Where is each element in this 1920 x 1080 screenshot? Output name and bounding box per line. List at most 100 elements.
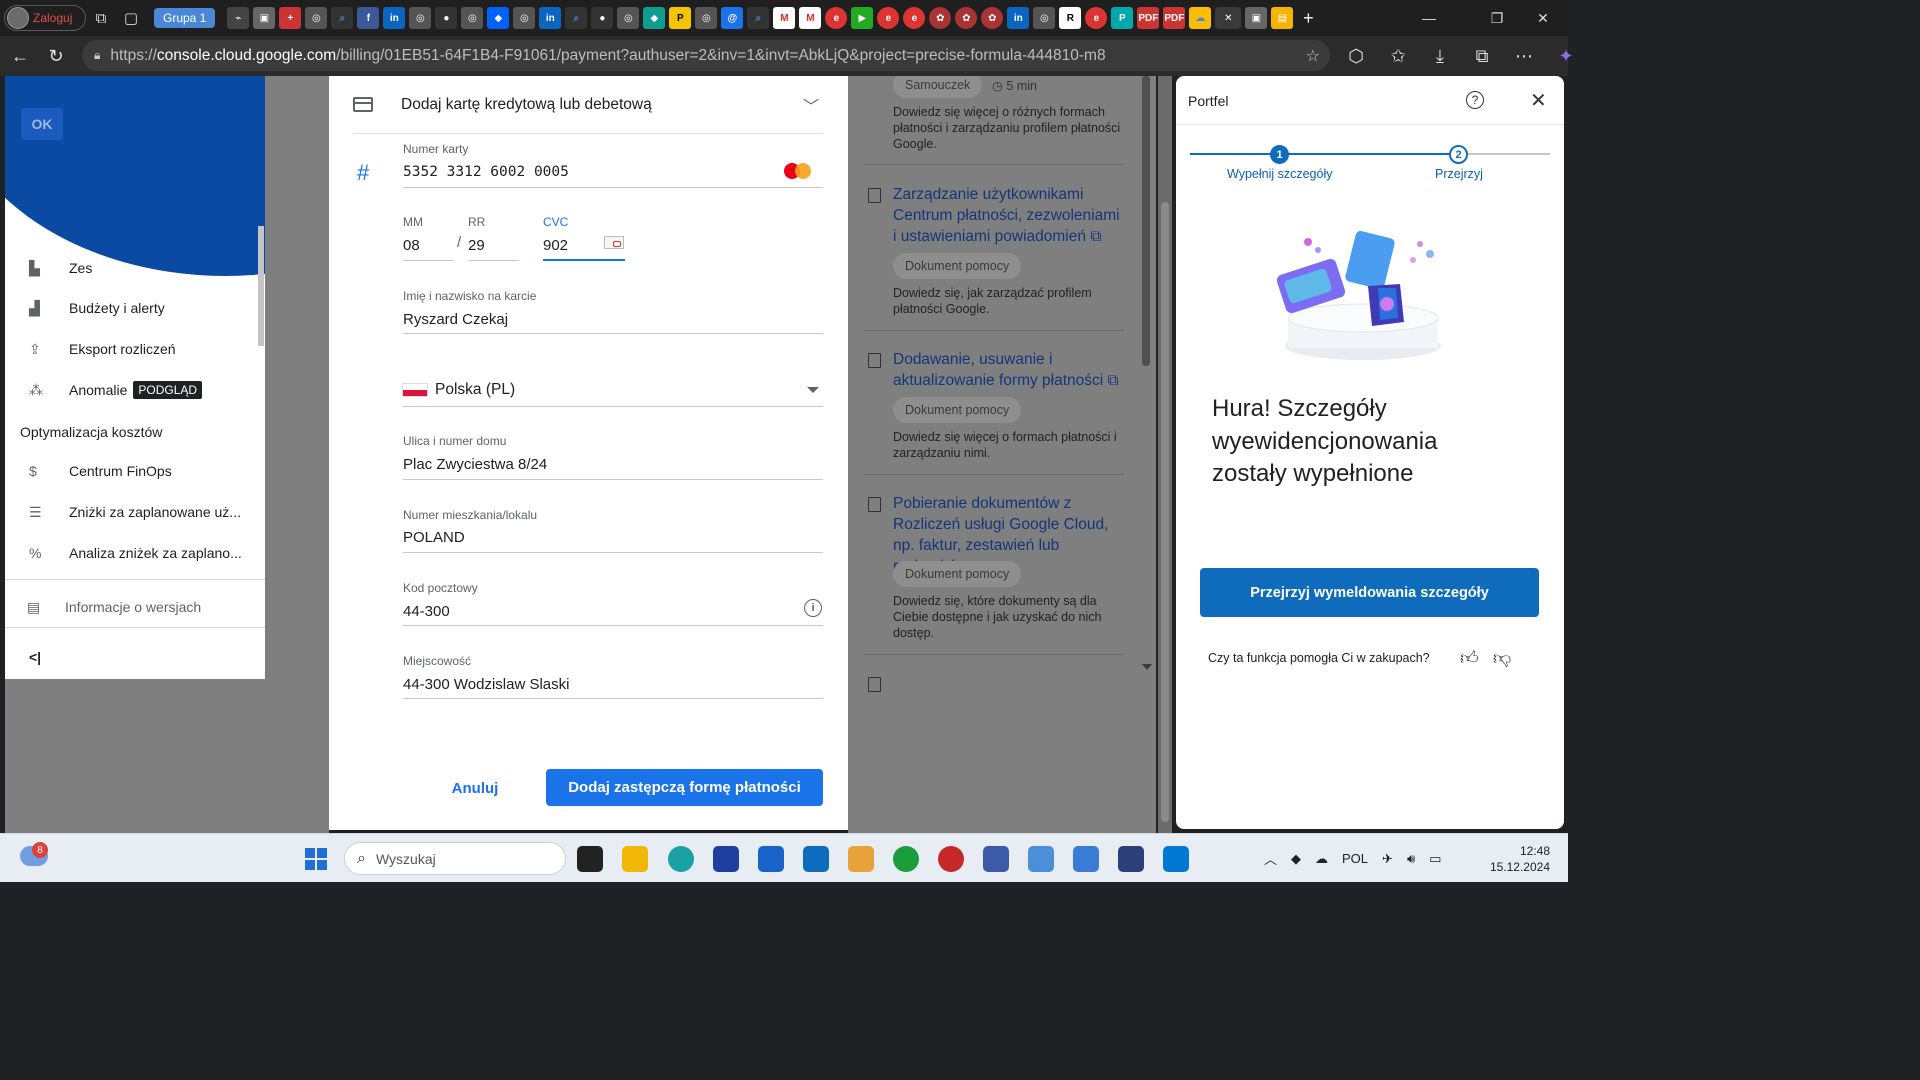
play-icon[interactable]: ▶ — [851, 7, 874, 29]
tab-favicon-icon[interactable]: ⌁ — [227, 7, 250, 29]
tab-favicon-icon[interactable]: ✿ — [929, 7, 952, 29]
tab-favicon-icon[interactable]: + — [279, 7, 302, 29]
chevron-down-icon[interactable]: ﹀ — [803, 93, 819, 117]
tab-favicon-icon[interactable]: ✿ — [981, 7, 1004, 29]
minimize-icon[interactable]: — — [1406, 0, 1452, 36]
close-icon[interactable]: ✕ — [1215, 7, 1242, 29]
globe-icon[interactable]: ◎ — [513, 7, 536, 29]
globe-icon[interactable]: ◎ — [695, 7, 718, 29]
volume-icon[interactable]: 🔊︎ — [1407, 851, 1415, 867]
sidebar-item-budgets[interactable]: ▟ Budżety i alerty — [5, 288, 265, 328]
tab-favicon-icon[interactable]: ✿ — [955, 7, 978, 29]
pdf-icon[interactable]: PDF — [1137, 7, 1160, 29]
help-scrollbar[interactable] — [1142, 76, 1150, 366]
scroll-down-icon[interactable] — [1142, 664, 1152, 670]
tab-favicon-icon[interactable]: e — [825, 7, 848, 29]
tab-favicon-icon[interactable]: P — [669, 7, 692, 29]
app-icon[interactable] — [1073, 846, 1099, 872]
cloud-icon[interactable]: ☁ — [1189, 7, 1212, 29]
search-tab-icon[interactable]: ⌕ — [565, 7, 588, 29]
dropbox-icon[interactable]: ◆ — [487, 7, 510, 29]
clock[interactable]: 12:48 15.12.2024 — [1488, 843, 1550, 875]
back-icon[interactable]: ← — [2, 40, 38, 72]
close-icon[interactable]: ✕ — [1530, 88, 1547, 113]
new-tab-icon[interactable]: + — [1297, 7, 1319, 29]
app-icon[interactable] — [1118, 846, 1144, 872]
network-icon[interactable]: ✈ — [1382, 851, 1393, 867]
tab-favicon-icon[interactable]: ◆ — [643, 7, 666, 29]
info-icon[interactable]: i — [804, 599, 822, 617]
cancel-button[interactable]: Anuluj — [433, 770, 517, 806]
search-tab-icon[interactable]: ⌕ — [331, 7, 354, 29]
tab-favicon-icon[interactable]: ▣ — [1245, 7, 1268, 29]
store-icon[interactable] — [758, 846, 784, 872]
tab-favicon-icon[interactable]: e — [1085, 7, 1108, 29]
apartment-field[interactable]: POLAND — [403, 529, 465, 546]
search-tab-icon[interactable]: ⌕ — [747, 7, 770, 29]
app-icon[interactable] — [848, 846, 874, 872]
help-link[interactable]: Zarządzanie użytkownikami Centrum płatno… — [893, 184, 1125, 247]
github-icon[interactable]: ● — [435, 7, 458, 29]
task-view-icon[interactable] — [577, 846, 603, 872]
github-icon[interactable]: ● — [591, 7, 614, 29]
tab-favicon-icon[interactable]: e — [877, 7, 900, 29]
help-link[interactable]: Dodawanie, usuwanie i aktualizowanie for… — [893, 349, 1125, 391]
collapse-sidebar-button[interactable]: <| — [5, 637, 265, 677]
save-app-icon[interactable] — [713, 846, 739, 872]
app-icon[interactable] — [983, 846, 1009, 872]
globe-icon[interactable]: ◎ — [617, 7, 640, 29]
sidebar-item-export[interactable]: ⇪ Eksport rozliczeń — [5, 329, 265, 369]
thumbs-down-icon[interactable]: 👎︎ — [1493, 647, 1511, 669]
file-explorer-icon[interactable] — [622, 846, 648, 872]
outlook-icon[interactable] — [803, 846, 829, 872]
email-icon[interactable]: @ — [721, 7, 744, 29]
review-details-button[interactable]: Przejrzyj wymeldowania szczegóły — [1200, 568, 1539, 617]
address-bar[interactable]: 🔒︎ https://console.cloud.google.com/bill… — [82, 40, 1330, 71]
sidebar-item-reports[interactable]: ▙ Zes — [5, 248, 265, 288]
ok-button[interactable]: OK — [21, 108, 63, 140]
app-icon[interactable] — [893, 846, 919, 872]
app-icon[interactable] — [938, 846, 964, 872]
month-field[interactable]: 08 — [403, 237, 420, 254]
country-select[interactable]: Polska (PL) — [435, 381, 515, 399]
sidebar-item-anomalies[interactable]: ⁂ Anomalie PODGLĄD — [5, 370, 265, 410]
tab-favicon-icon[interactable]: ▤ — [1271, 7, 1294, 29]
profile-button[interactable]: Zaloguj — [4, 5, 86, 31]
postal-code-field[interactable]: 44-300 — [403, 603, 450, 620]
page-scrollbar[interactable] — [1158, 76, 1172, 833]
cvc-field[interactable]: 902 — [543, 237, 568, 254]
globe-icon[interactable]: ◎ — [461, 7, 484, 29]
copilot-icon[interactable]: ✦ — [1548, 40, 1584, 72]
tab-favicon-icon[interactable]: ▣ — [253, 7, 276, 29]
tab-group-label[interactable]: Grupa 1 — [154, 8, 216, 28]
globe-icon[interactable]: ◎ — [1033, 7, 1056, 29]
reload-icon[interactable]: ↻ — [38, 40, 74, 72]
tab-favicon-icon[interactable]: P — [1111, 7, 1134, 29]
city-field[interactable]: 44-300 Wodzislaw Slaski — [403, 676, 569, 693]
lock-icon[interactable]: 🔒︎ — [94, 48, 100, 63]
globe-icon[interactable]: ◎ — [409, 7, 432, 29]
tab-actions-icon[interactable]: ▢ — [116, 5, 146, 31]
battery-icon[interactable]: ▭ — [1429, 851, 1441, 867]
dropdown-arrow-icon[interactable] — [807, 387, 819, 393]
card-number-field[interactable]: 5352 3312 6002 0005 — [403, 164, 569, 180]
taskbar-search[interactable]: ⌕ Wyszukaj — [344, 842, 566, 875]
sidebar-item-commitment-analysis[interactable]: % Analiza zniżek za zaplano... — [5, 533, 265, 573]
extensions-icon[interactable]: ⬡ — [1338, 40, 1374, 72]
street-field[interactable]: Plac Zwyciestwa 8/24 — [403, 456, 547, 473]
window-close-icon[interactable]: ✕ — [1520, 0, 1566, 36]
vscode-icon[interactable] — [1163, 846, 1189, 872]
gmail-icon[interactable]: M — [773, 7, 796, 29]
globe-icon[interactable]: ◎ — [305, 7, 328, 29]
dialog-header[interactable]: Dodaj kartę kredytową lub debetową ﹀ — [353, 76, 823, 134]
collections-icon[interactable]: ⧉ — [1464, 40, 1500, 72]
help-icon[interactable]: ? — [1466, 91, 1484, 109]
cardholder-name-field[interactable]: Ryszard Czekaj — [403, 311, 508, 328]
pdf-icon[interactable]: PDF — [1163, 7, 1186, 29]
linkedin-icon[interactable]: in — [539, 7, 562, 29]
windows-start-icon[interactable] — [305, 848, 327, 870]
downloads-icon[interactable]: ⤓ — [1422, 40, 1458, 72]
thumbs-up-icon[interactable]: 👍︎ — [1460, 647, 1479, 669]
language-indicator[interactable]: POL — [1342, 851, 1368, 866]
facebook-icon[interactable]: f — [357, 7, 380, 29]
